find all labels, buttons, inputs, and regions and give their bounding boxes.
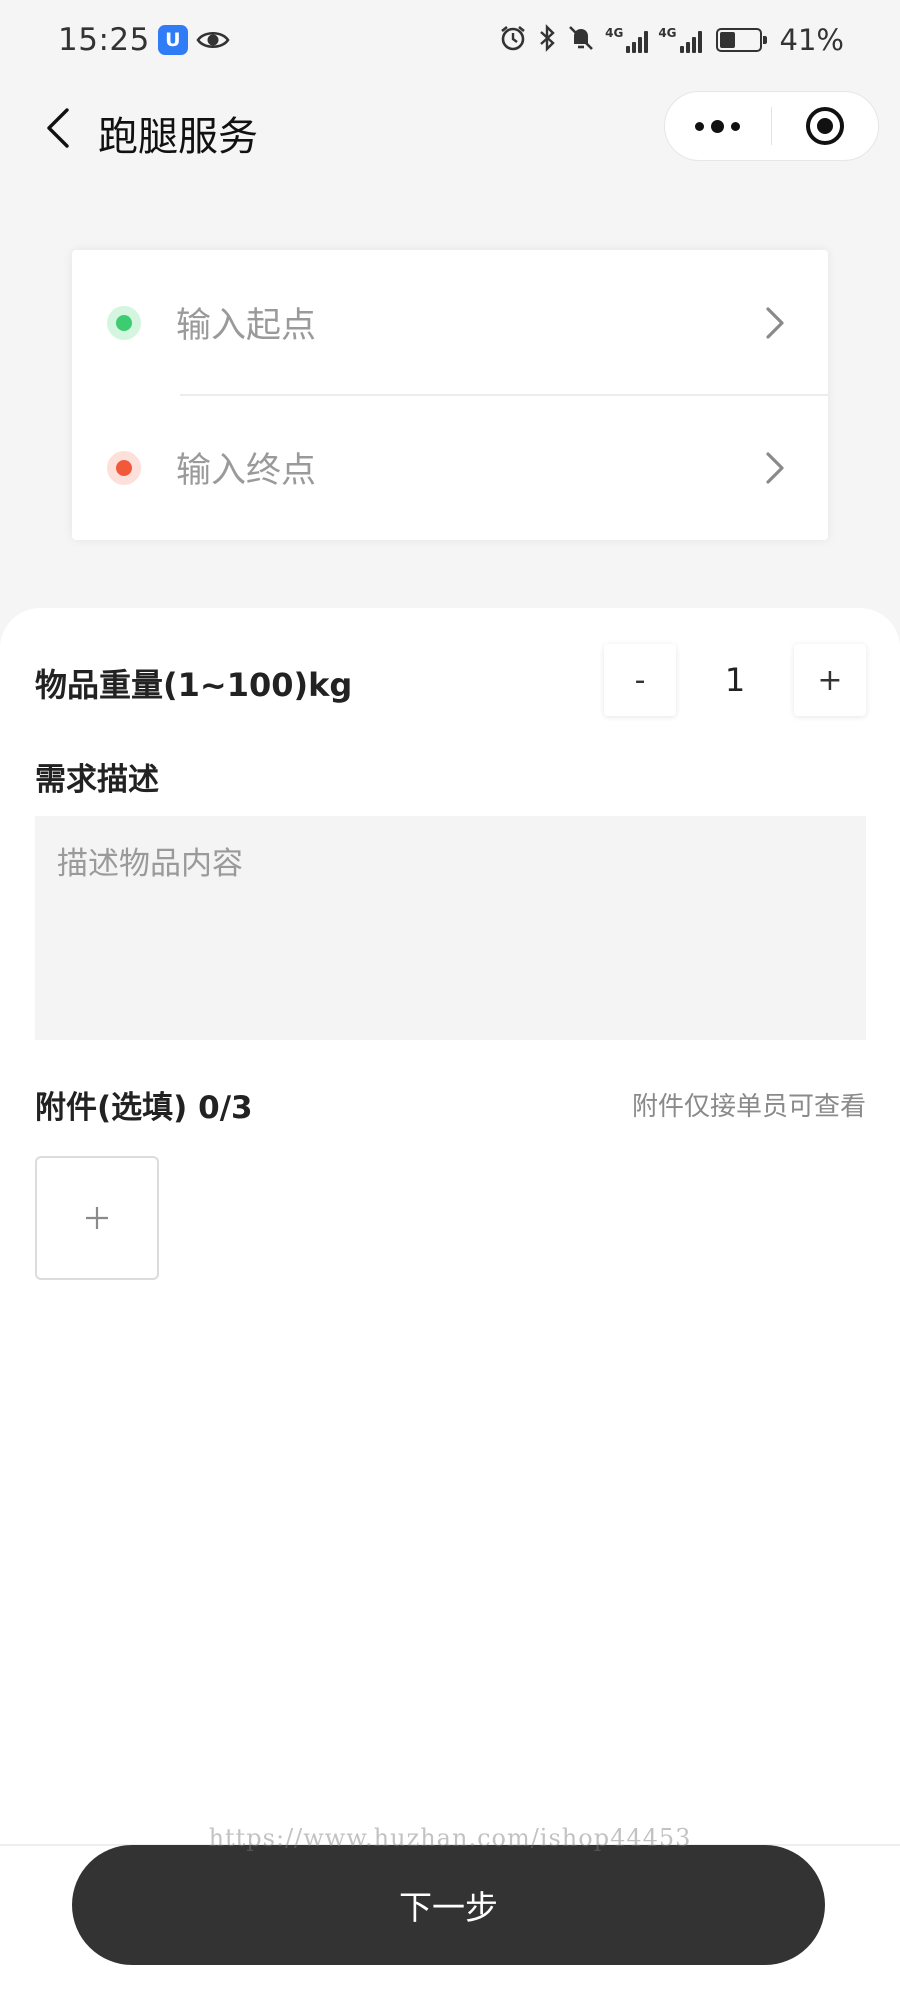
start-address-row[interactable]: 输入起点: [72, 250, 828, 395]
next-step-button[interactable]: 下一步: [72, 1845, 825, 1965]
watermark-text: https://www.huzhan.com/ishop44453: [208, 1824, 692, 1852]
plus-icon: [86, 1207, 108, 1229]
description-label: 需求描述: [35, 762, 159, 798]
weight-minus-button[interactable]: -: [604, 644, 676, 716]
network-label-1: 4G: [605, 26, 624, 40]
battery-fill: [719, 32, 735, 48]
attachment-note: 附件仅接单员可查看: [631, 1092, 866, 1122]
status-time: 15:25: [58, 22, 150, 58]
target-close-icon[interactable]: [772, 92, 878, 160]
eye-icon: [196, 28, 230, 52]
mute-icon: [567, 24, 595, 56]
weight-plus-button[interactable]: +: [794, 644, 866, 716]
mini-program-capsule: [664, 91, 879, 161]
weight-label: 物品重量(1~100)kg: [35, 666, 353, 704]
signal-icon: [626, 29, 649, 53]
attachment-label: 附件(选填) 0/3: [35, 1090, 253, 1126]
form-sheet: 物品重量(1~100)kg - 1 + 需求描述 附件(选填) 0/3 附件仅接…: [0, 608, 900, 2000]
status-left: 15:25 U: [58, 22, 230, 58]
end-point-icon: [107, 450, 141, 485]
back-icon[interactable]: [30, 100, 86, 156]
signal-group-2: 4G: [658, 26, 702, 53]
alarm-icon: [499, 24, 527, 56]
battery-icon: [715, 28, 767, 52]
more-dots-icon[interactable]: [665, 92, 771, 160]
upload-attachment-button[interactable]: [35, 1156, 159, 1280]
end-address-placeholder: 输入终点: [176, 451, 317, 491]
address-card: 输入起点 输入终点: [72, 250, 828, 540]
network-label-2: 4G: [658, 26, 677, 40]
page-title: 跑腿服务: [98, 114, 258, 160]
start-address-placeholder: 输入起点: [176, 306, 317, 346]
status-right: 4G 4G 41%: [499, 23, 844, 57]
bluetooth-icon: [537, 24, 557, 56]
battery-percent: 41%: [779, 23, 844, 57]
end-address-row[interactable]: 输入终点: [72, 395, 828, 540]
status-bar: 15:25 U 4G 4G 41%: [0, 0, 900, 80]
weight-value[interactable]: 1: [676, 644, 794, 716]
chevron-right-icon: [760, 303, 790, 343]
start-point-icon: [107, 305, 141, 340]
description-input[interactable]: [35, 816, 866, 1040]
signal-icon: [679, 29, 702, 53]
app-badge-icon: U: [157, 25, 188, 55]
signal-group-1: 4G: [605, 26, 649, 53]
chevron-right-icon: [760, 448, 790, 488]
nav-bar: 跑腿服务: [0, 80, 900, 176]
